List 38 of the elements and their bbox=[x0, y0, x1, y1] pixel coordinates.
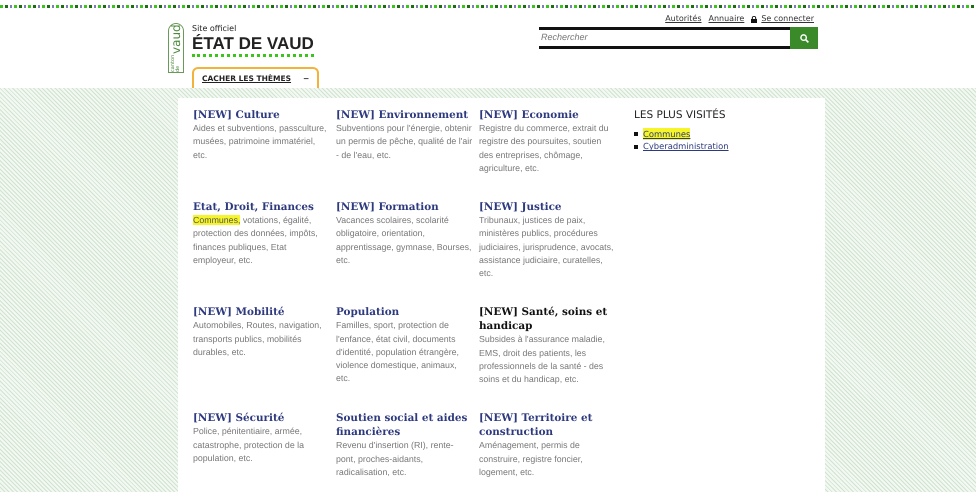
theme-description: Subsides à l'assurance maladie, EMS, droit des patients, les professionnels de la santé - des soins et du handicap, etc. bbox=[479, 333, 606, 386]
theme-link[interactable]: [NEW] Territoire et construction bbox=[479, 411, 622, 440]
theme-description: Tribunaux, justices de paix, ministères publics, procédures judiciaires, jurisprudence, avocats, assistance judiciaire, curatelles, etc. bbox=[479, 214, 614, 280]
theme-description: Revenu d'insertion (RI), rente-pont, proches-aidants, radicalisation, etc. bbox=[336, 439, 455, 479]
theme-link[interactable]: [NEW] Justice bbox=[479, 200, 622, 214]
section-heading: LES PLUS VISITÉS bbox=[634, 108, 727, 123]
header-link[interactable]: Annuaire bbox=[708, 15, 744, 23]
theme-link[interactable]: [NEW] Sécurité bbox=[193, 411, 336, 426]
site-kicker: Site officiel bbox=[192, 23, 238, 34]
theme-description: Automobiles, Routes, navigation, transports publics, mobilités durables, etc. bbox=[193, 319, 323, 359]
theme-description: Familles, sport, protection de l'enfance, état civil, documents d'identité, population étrangère, violence domestique, animaux, etc. bbox=[336, 319, 460, 386]
theme-description: Aides et subventions, passculture, musées, patrimoine immatériel, etc. bbox=[193, 122, 328, 162]
login-link[interactable]: Se connecter bbox=[751, 15, 814, 23]
theme-description: Registre du commerce, extrait du registre des poursuites, soutien des entreprises, chômage, agriculture, etc. bbox=[479, 122, 610, 175]
theme-link[interactable]: Soutien social et aides financières bbox=[336, 411, 479, 440]
theme-description: Aménagement, permis de construire, registre foncier, logement, etc. bbox=[479, 439, 584, 479]
popular-link[interactable]: Cyberadministration bbox=[643, 140, 729, 153]
theme-description: Police, pénitentiaire, armée, catastrophe, protection de la population, etc. bbox=[193, 425, 306, 465]
theme-link[interactable]: [NEW] Culture bbox=[193, 108, 336, 122]
lock-icon bbox=[751, 16, 758, 22]
bullet-icon bbox=[634, 144, 638, 149]
theme-link[interactable]: Etat, Droit, Finances bbox=[193, 200, 336, 214]
theme-link[interactable]: Population bbox=[336, 305, 479, 320]
header-link[interactable]: Autorités bbox=[665, 15, 702, 23]
theme-link[interactable]: [NEW] Santé, soins et handicap bbox=[479, 305, 622, 334]
theme-description: Subventions pour l'énergie, obtenir un permis de pêche, qualité de l'air - de l'eau, etc. bbox=[336, 122, 474, 162]
popular-link[interactable]: Communes bbox=[643, 128, 690, 140]
theme-link[interactable]: [NEW] Mobilité bbox=[193, 305, 336, 320]
theme-link[interactable]: [NEW] Environnement bbox=[336, 108, 479, 122]
theme-link[interactable]: [NEW] Formation bbox=[336, 200, 479, 214]
theme-description: Communes, votations, égalité, protection des données, impôts, finances publiques, Etat employeur, etc. bbox=[193, 214, 319, 267]
search-button[interactable] bbox=[790, 27, 818, 49]
bullet-icon bbox=[634, 132, 638, 136]
theme-link[interactable]: [NEW] Economie bbox=[479, 108, 622, 122]
site-title[interactable]: ÉTAT DE VAUD bbox=[192, 35, 314, 57]
search-icon bbox=[800, 34, 808, 42]
theme-description: Vacances scolaires, scolarité obligatoire, orientation, apprentissage, gymnase, Bourses, etc. bbox=[336, 214, 472, 267]
search-field[interactable]: Rechercher bbox=[539, 27, 790, 49]
